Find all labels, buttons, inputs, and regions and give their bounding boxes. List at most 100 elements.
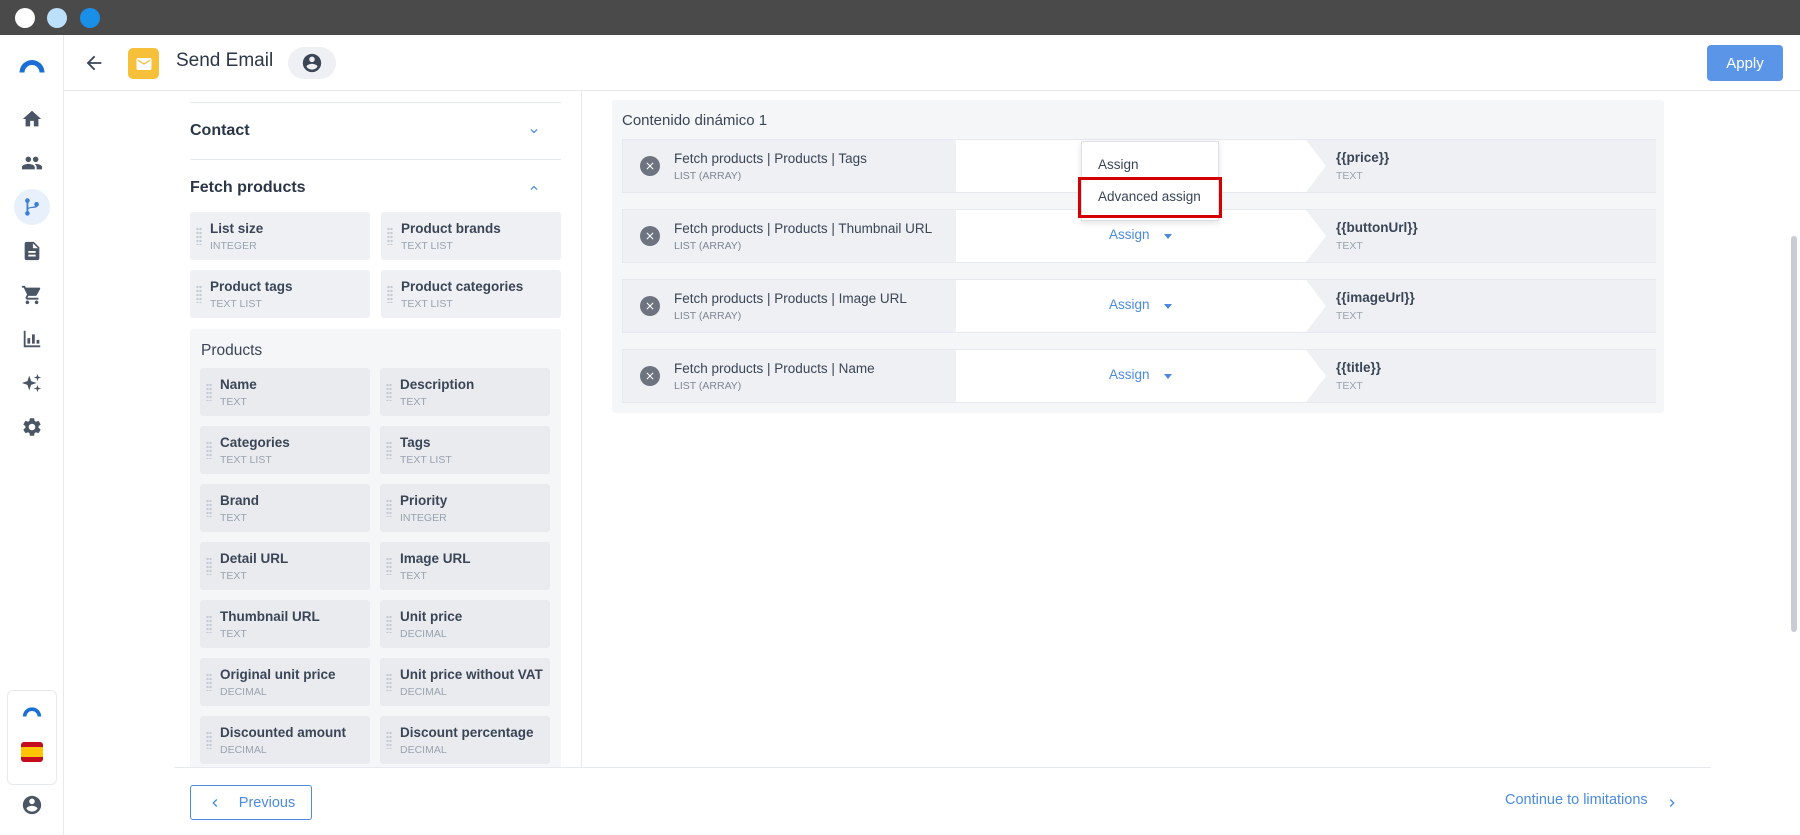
field-type: TEXT LIST: [210, 298, 262, 310]
gear-icon[interactable]: [14, 409, 50, 445]
continue-link[interactable]: Continue to limitations: [1505, 792, 1648, 808]
assign-select[interactable]: Assign: [1109, 297, 1150, 312]
source-variable: [623, 280, 956, 332]
drag-handle-icon[interactable]: [386, 615, 392, 633]
field-unit-price[interactable]: Unit price DECIMAL: [380, 600, 550, 648]
field-type: INTEGER: [210, 240, 257, 252]
field-brand[interactable]: Brand TEXT: [200, 484, 370, 532]
field-name: Image URL: [400, 551, 471, 566]
field-product-brands[interactable]: Product brands TEXT LIST: [381, 212, 561, 260]
caret-down-icon[interactable]: [1164, 374, 1172, 379]
window-minimize-dot[interactable]: [47, 8, 67, 28]
drag-handle-icon[interactable]: [387, 227, 393, 245]
field-type: TEXT: [220, 628, 247, 640]
drag-handle-icon[interactable]: [196, 285, 202, 303]
chevron-right-icon[interactable]: [1664, 795, 1680, 811]
target-type: TEXT: [1336, 310, 1363, 322]
document-icon[interactable]: [14, 233, 50, 269]
section-contact-title: Contact: [190, 122, 250, 139]
field-name: Name: [220, 377, 257, 392]
caret-down-icon[interactable]: [1164, 234, 1172, 239]
source-variable: [623, 350, 956, 402]
cart-icon[interactable]: [14, 277, 50, 313]
field-product-tags[interactable]: Product tags TEXT LIST: [190, 270, 370, 318]
field-type: DECIMAL: [220, 744, 267, 756]
chart-icon[interactable]: [14, 321, 50, 357]
source-type: LIST (ARRAY): [674, 310, 742, 322]
assignee-avatar[interactable]: [288, 47, 336, 79]
field-name: Product categories: [401, 279, 524, 294]
products-group-title: Products: [201, 342, 263, 359]
field-name: Unit price without VAT: [400, 667, 543, 682]
field-discounted-amount[interactable]: Discounted amount DECIMAL: [200, 716, 370, 764]
section-fetch-products[interactable]: Fetch products: [190, 159, 561, 216]
section-contact[interactable]: Contact: [190, 102, 561, 159]
profile-icon[interactable]: [14, 787, 50, 823]
field-categories[interactable]: Categories TEXT LIST: [200, 426, 370, 474]
remove-icon[interactable]: [640, 226, 660, 246]
field-tags[interactable]: Tags TEXT LIST: [380, 426, 550, 474]
drag-handle-icon[interactable]: [386, 499, 392, 517]
drag-handle-icon[interactable]: [386, 383, 392, 401]
mapping-row: Fetch products | Products | Name LIST (AR…: [622, 349, 1656, 403]
drag-handle-icon[interactable]: [206, 557, 212, 575]
drag-handle-icon[interactable]: [387, 285, 393, 303]
assign-select[interactable]: Assign: [1109, 367, 1150, 382]
apply-button[interactable]: Apply: [1707, 45, 1783, 81]
drag-handle-icon[interactable]: [206, 731, 212, 749]
app-logo-icon[interactable]: [14, 47, 50, 83]
drag-handle-icon[interactable]: [206, 499, 212, 517]
account-logo-icon[interactable]: [21, 703, 43, 719]
products-group: Products Name TEXT Description TEXT Categori…: [190, 329, 561, 767]
window-maximize-dot[interactable]: [80, 8, 100, 28]
remove-icon[interactable]: [640, 366, 660, 386]
field-detail-url[interactable]: Detail URL TEXT: [200, 542, 370, 590]
field-thumbnail-url[interactable]: Thumbnail URL TEXT: [200, 600, 370, 648]
drag-handle-icon[interactable]: [196, 227, 202, 245]
drag-handle-icon[interactable]: [386, 557, 392, 575]
field-product-categories[interactable]: Product categories TEXT LIST: [381, 270, 561, 318]
previous-button[interactable]: Previous: [190, 785, 312, 820]
sparkle-icon[interactable]: [14, 365, 50, 401]
remove-icon[interactable]: [640, 156, 660, 176]
field-original-unit-price[interactable]: Original unit price DECIMAL: [200, 658, 370, 706]
home-icon[interactable]: [14, 101, 50, 137]
target-variable: [1306, 280, 1656, 332]
target-variable: [1306, 210, 1656, 262]
field-unit-price-without-vat[interactable]: Unit price without VAT DECIMAL: [380, 658, 550, 706]
field-discount-percentage[interactable]: Discount percentage DECIMAL: [380, 716, 550, 764]
field-image-url[interactable]: Image URL TEXT: [380, 542, 550, 590]
caret-down-icon[interactable]: [1164, 304, 1172, 309]
source-name: Fetch products | Products | Name: [674, 361, 875, 376]
remove-icon[interactable]: [640, 296, 660, 316]
field-list-size[interactable]: List size INTEGER: [190, 212, 370, 260]
field-type: DECIMAL: [400, 686, 447, 698]
chevron-down-icon: [530, 129, 538, 134]
menu-item-assign[interactable]: Assign: [1098, 157, 1139, 172]
drag-handle-icon[interactable]: [206, 615, 212, 633]
window-close-dot[interactable]: [15, 8, 35, 28]
drag-handle-icon[interactable]: [386, 673, 392, 691]
drag-handle-icon[interactable]: [206, 383, 212, 401]
field-name[interactable]: Name TEXT: [200, 368, 370, 416]
field-name: Unit price: [400, 609, 463, 624]
back-arrow-icon[interactable]: [80, 49, 108, 77]
field-description[interactable]: Description TEXT: [380, 368, 550, 416]
users-icon[interactable]: [14, 145, 50, 181]
drag-handle-icon[interactable]: [206, 673, 212, 691]
field-type: INTEGER: [400, 512, 447, 524]
field-name: Thumbnail URL: [220, 609, 320, 624]
scrollbar[interactable]: [1791, 236, 1797, 632]
field-priority[interactable]: Priority INTEGER: [380, 484, 550, 532]
source-type: LIST (ARRAY): [674, 170, 742, 182]
drag-handle-icon[interactable]: [386, 731, 392, 749]
spain-flag-icon[interactable]: [21, 742, 43, 762]
drag-handle-icon[interactable]: [386, 441, 392, 459]
field-type: TEXT LIST: [220, 454, 272, 466]
assign-select[interactable]: Assign: [1109, 227, 1150, 242]
flows-icon[interactable]: [14, 189, 50, 225]
target-name: {{buttonUrl}}: [1336, 220, 1418, 235]
chevron-left-icon: [212, 798, 218, 807]
field-name: Description: [400, 377, 475, 392]
drag-handle-icon[interactable]: [206, 441, 212, 459]
